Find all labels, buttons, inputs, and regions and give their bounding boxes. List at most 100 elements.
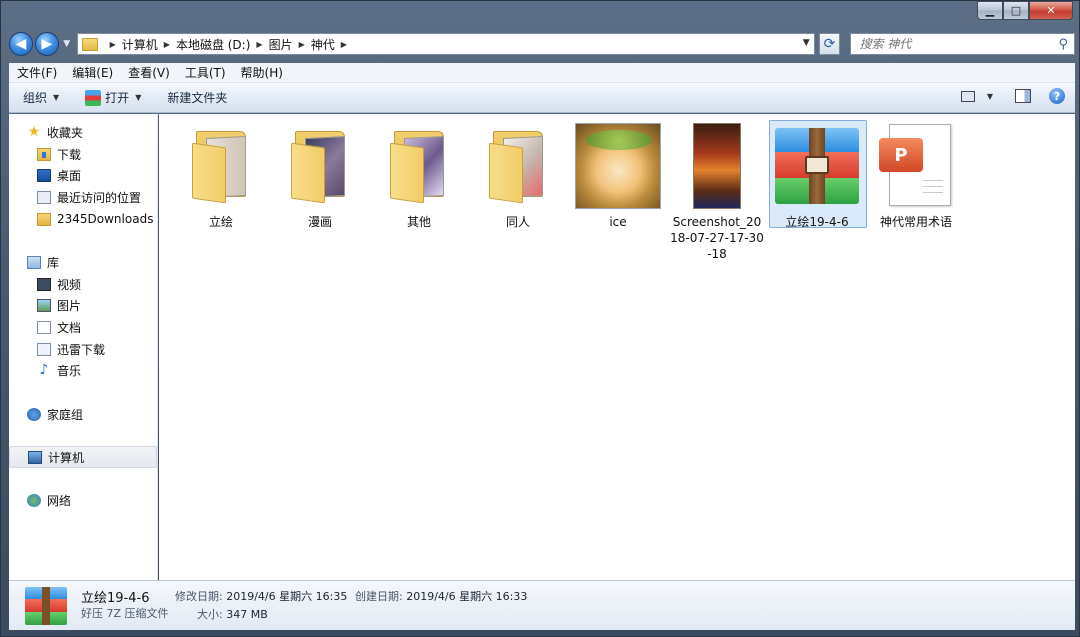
- document-library-icon: [37, 320, 51, 334]
- thumbnail: [570, 120, 666, 212]
- chevron-right-icon[interactable]: ▶: [164, 40, 170, 49]
- video-library-icon: [37, 277, 51, 291]
- crumb-pictures[interactable]: 图片: [269, 36, 293, 53]
- file-name: Screenshot_2018-07-27-17-30-18: [670, 215, 764, 261]
- nav-favorites[interactable]: ★ 收藏夹: [9, 122, 157, 142]
- file-item-folder-tongren[interactable]: 同人: [470, 120, 566, 266]
- nav-item-label: 音乐: [57, 363, 82, 378]
- refresh-icon: ⟳: [823, 36, 836, 52]
- details-size: 大小: 347 MB: [197, 606, 268, 622]
- menu-file[interactable]: 文件(F): [17, 64, 57, 81]
- details-modified: 修改日期: 2019/4/6 星期六 16:35: [175, 588, 347, 604]
- archive-icon: [775, 128, 859, 204]
- nav-item-videos[interactable]: 视频: [9, 274, 157, 294]
- nav-item-music[interactable]: ♪ 音乐: [9, 360, 157, 380]
- file-name: 立绘19-4-6: [785, 215, 849, 229]
- back-button[interactable]: ◀: [9, 32, 33, 56]
- chevron-right-icon[interactable]: ▶: [299, 40, 305, 49]
- nav-item-label: 文档: [57, 320, 82, 335]
- file-name: ice: [609, 215, 627, 229]
- menu-view[interactable]: 查看(V): [128, 64, 170, 81]
- menu-edit[interactable]: 编辑(E): [72, 64, 113, 81]
- details-size-label: 大小:: [197, 608, 223, 621]
- new-folder-label: 新建文件夹: [167, 91, 228, 105]
- file-item-image-ice[interactable]: ice: [570, 120, 666, 266]
- file-item-image-screenshot[interactable]: Screenshot_2018-07-27-17-30-18: [669, 120, 765, 266]
- archive-icon: [85, 89, 102, 106]
- crumb-local-disk[interactable]: 本地磁盘 (D:): [176, 36, 250, 53]
- nav-item-pictures[interactable]: 图片: [9, 295, 157, 315]
- nav-item-documents[interactable]: 文档: [9, 317, 157, 337]
- close-button[interactable]: ✕: [1029, 1, 1073, 20]
- chevron-down-icon: ▼: [53, 93, 60, 102]
- nav-libraries-label: 库: [47, 255, 60, 270]
- nav-item-label: 2345Downloads: [57, 212, 154, 226]
- image-thumbnail: [693, 123, 741, 209]
- file-name: 立绘: [208, 215, 233, 229]
- nav-item-thunder-downloads[interactable]: 迅雷下载: [9, 339, 157, 359]
- file-item-ppt-terms[interactable]: P 神代常用术语: [868, 120, 964, 266]
- nav-homegroup-label: 家庭组: [47, 407, 84, 422]
- nav-libraries[interactable]: 库: [9, 252, 157, 272]
- file-item-folder-manhua[interactable]: 漫画: [272, 120, 368, 266]
- recent-pages-dropdown[interactable]: ▼: [61, 39, 73, 49]
- explorer-window: ▁ □ ✕ ◀ ▶ ▼ ▶ 计算机 ▶ 本地磁盘 (D:) ▶ 图片 ▶ 神代 …: [0, 0, 1080, 637]
- nav-computer[interactable]: 计算机: [9, 446, 157, 468]
- chevron-right-icon[interactable]: ▶: [341, 40, 347, 49]
- nav-item-label: 桌面: [57, 168, 82, 183]
- maximize-button[interactable]: □: [1003, 1, 1029, 20]
- arrow-left-icon: ◀: [15, 36, 27, 52]
- picture-library-icon: [37, 298, 51, 312]
- nav-item-desktop[interactable]: 桌面: [9, 165, 157, 185]
- refresh-button[interactable]: ⟳: [818, 33, 841, 55]
- file-item-archive-lihui[interactable]: 立绘19-4-6: [769, 120, 867, 266]
- address-dropdown-icon[interactable]: ▼: [803, 38, 810, 48]
- thumbnail: [769, 120, 865, 212]
- file-list[interactable]: 立绘 漫画 其他 同人 ice Screenshot_2018-07-27-17…: [159, 114, 1075, 580]
- details-created: 创建日期: 2019/4/6 星期六 16:33: [355, 588, 527, 604]
- folder-icon: [192, 131, 250, 204]
- menu-help[interactable]: 帮助(H): [241, 64, 283, 81]
- search-box[interactable]: ⚲: [850, 33, 1075, 55]
- file-name: 神代常用术语: [879, 215, 952, 229]
- help-icon[interactable]: ?: [1049, 88, 1065, 104]
- nav-network[interactable]: 网络: [9, 490, 157, 510]
- chevron-right-icon[interactable]: ▶: [110, 40, 116, 49]
- nav-network-label: 网络: [47, 493, 72, 508]
- chevron-right-icon[interactable]: ▶: [256, 40, 262, 49]
- nav-homegroup[interactable]: 家庭组: [9, 404, 157, 424]
- minimize-button[interactable]: ▁: [977, 1, 1003, 20]
- file-item-folder-lihui[interactable]: 立绘: [173, 120, 269, 266]
- thumbnail: [470, 120, 566, 212]
- menu-bar: 文件(F) 编辑(E) 查看(V) 工具(T) 帮助(H): [9, 63, 1075, 83]
- organize-label: 组织: [23, 91, 48, 105]
- chevron-down-icon: ▼: [135, 93, 142, 102]
- crumb-shendai[interactable]: 神代: [311, 36, 335, 53]
- thunder-download-icon: [37, 342, 51, 356]
- chevron-down-icon[interactable]: ▼: [987, 92, 993, 101]
- forward-button[interactable]: ▶: [34, 32, 59, 56]
- file-item-folder-qita[interactable]: 其他: [371, 120, 467, 266]
- nav-favorites-label: 收藏夹: [47, 125, 84, 140]
- folder-icon: [81, 37, 98, 51]
- preview-pane-icon[interactable]: [1015, 89, 1031, 103]
- menu-tools[interactable]: 工具(T): [185, 64, 226, 81]
- organize-button[interactable]: 组织 ▼: [23, 89, 59, 106]
- change-view-icon[interactable]: [960, 90, 975, 102]
- new-folder-button[interactable]: 新建文件夹: [167, 89, 227, 106]
- toolbar-right: ▼ ?: [960, 88, 1065, 104]
- star-icon: ★: [27, 123, 41, 140]
- details-modified-value: 2019/4/6 星期六 16:35: [226, 590, 348, 603]
- nav-item-recent-places[interactable]: 最近访问的位置: [9, 187, 157, 207]
- thumbnail: [272, 120, 368, 212]
- open-button[interactable]: 打开 ▼: [85, 89, 141, 106]
- search-input[interactable]: [859, 37, 1059, 51]
- nav-item-downloads[interactable]: 下载: [9, 144, 157, 164]
- details-created-value: 2019/4/6 星期六 16:33: [406, 590, 528, 603]
- breadcrumb[interactable]: ▶ 计算机 ▶ 本地磁盘 (D:) ▶ 图片 ▶ 神代 ▶ ▼: [76, 33, 815, 55]
- crumb-computer[interactable]: 计算机: [122, 36, 158, 53]
- file-name: 漫画: [307, 215, 332, 229]
- search-icon[interactable]: ⚲: [1058, 37, 1068, 52]
- nav-item-2345downloads[interactable]: 2345Downloads: [9, 209, 157, 229]
- address-row: ◀ ▶ ▼ ▶ 计算机 ▶ 本地磁盘 (D:) ▶ 图片 ▶ 神代 ▶ ▼ ⟳ …: [9, 31, 1075, 57]
